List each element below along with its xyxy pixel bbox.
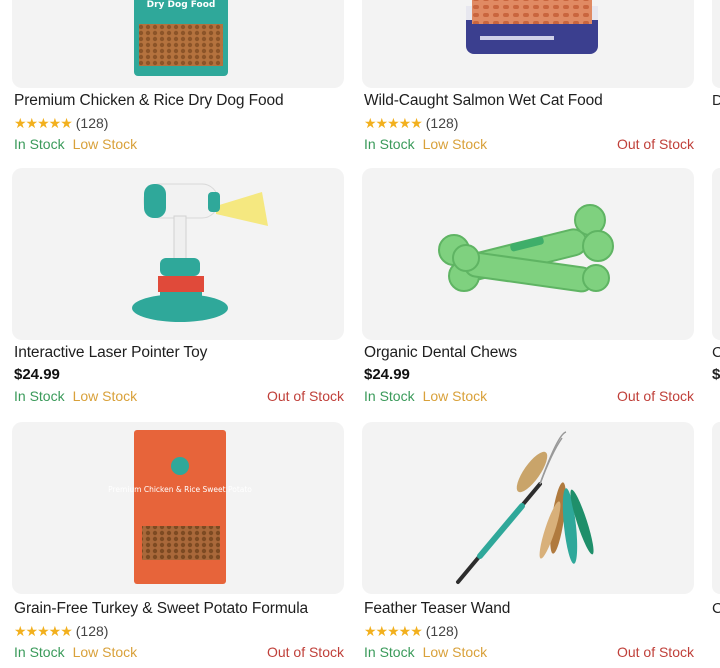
out-of-stock-label: Out of Stock: [266, 644, 344, 660]
product-image-dental-chews[interactable]: [362, 168, 694, 340]
stock-status: In Stock Low Stock: [14, 136, 344, 152]
rating-count: (128): [425, 115, 459, 131]
product-image-partial[interactable]: [712, 168, 720, 340]
product-rating: ★★★★★ (128): [364, 115, 458, 132]
star-rating-icon: ★★★★★: [14, 623, 73, 639]
product-title-partial[interactable]: C: [712, 600, 720, 617]
product-image-laser-toy[interactable]: [12, 168, 344, 340]
product-title[interactable]: Grain-Free Turkey & Sweet Potato Formula: [14, 600, 308, 618]
in-stock-label: In Stock: [14, 644, 65, 660]
product-image-partial[interactable]: [712, 422, 720, 594]
product-title-partial[interactable]: C: [712, 344, 720, 361]
star-rating-icon: ★★★★★: [14, 115, 73, 131]
image-label: Dry Dog Food: [147, 0, 216, 10]
product-grid: Dry Dog Food Premium Chicken & Rice Dry …: [0, 0, 720, 668]
product-title[interactable]: Interactive Laser Pointer Toy: [14, 344, 207, 362]
out-of-stock-label: Out of Stock: [616, 644, 694, 660]
product-image-dog-food-bag[interactable]: Dry Dog Food: [12, 0, 344, 88]
product-image-turkey-bag[interactable]: Premium Chicken & Rice Sweet Potato: [12, 422, 344, 594]
out-of-stock-label: Out of Stock: [616, 136, 694, 152]
star-rating-icon: ★★★★★: [364, 115, 423, 131]
product-image-partial[interactable]: [712, 0, 720, 88]
product-image-cat-food-can[interactable]: [362, 0, 694, 88]
out-of-stock-label: Out of Stock: [266, 388, 344, 404]
low-stock-label: Low Stock: [422, 644, 488, 660]
product-rating: ★★★★★ (128): [364, 623, 458, 640]
low-stock-label: Low Stock: [422, 388, 488, 404]
product-price-partial: $: [712, 366, 720, 383]
low-stock-label: Low Stock: [422, 136, 488, 152]
stock-status: In Stock Low Stock Out of Stock: [14, 644, 344, 660]
in-stock-label: In Stock: [364, 388, 415, 404]
stock-status: In Stock Low Stock Out of Stock: [364, 644, 694, 660]
product-title[interactable]: Organic Dental Chews: [364, 344, 517, 362]
in-stock-label: In Stock: [364, 136, 415, 152]
product-rating: ★★★★★ (128): [14, 623, 108, 640]
product-title[interactable]: Feather Teaser Wand: [364, 600, 510, 618]
product-price: $24.99: [14, 366, 60, 383]
product-image-feather-wand[interactable]: [362, 422, 694, 594]
rating-count: (128): [75, 115, 109, 131]
rating-count: (128): [425, 623, 459, 639]
in-stock-label: In Stock: [14, 136, 65, 152]
in-stock-label: In Stock: [364, 644, 415, 660]
low-stock-label: Low Stock: [72, 136, 138, 152]
stock-status: In Stock Low Stock Out of Stock: [14, 388, 344, 404]
in-stock-label: In Stock: [14, 388, 65, 404]
out-of-stock-label: Out of Stock: [616, 388, 694, 404]
star-rating-icon: ★★★★★: [364, 623, 423, 639]
stock-status: In Stock Low Stock Out of Stock: [364, 388, 694, 404]
low-stock-label: Low Stock: [72, 388, 138, 404]
low-stock-label: Low Stock: [72, 644, 138, 660]
product-price: $24.99: [364, 366, 410, 383]
product-title-partial[interactable]: D: [712, 92, 720, 109]
product-title[interactable]: Premium Chicken & Rice Dry Dog Food: [14, 92, 284, 110]
product-rating: ★★★★★ (128): [14, 115, 108, 132]
stock-status: In Stock Low Stock Out of Stock: [364, 136, 694, 152]
image-label: Premium Chicken & Rice Sweet Potato: [108, 485, 252, 494]
product-title[interactable]: Wild-Caught Salmon Wet Cat Food: [364, 92, 603, 110]
rating-count: (128): [75, 623, 109, 639]
